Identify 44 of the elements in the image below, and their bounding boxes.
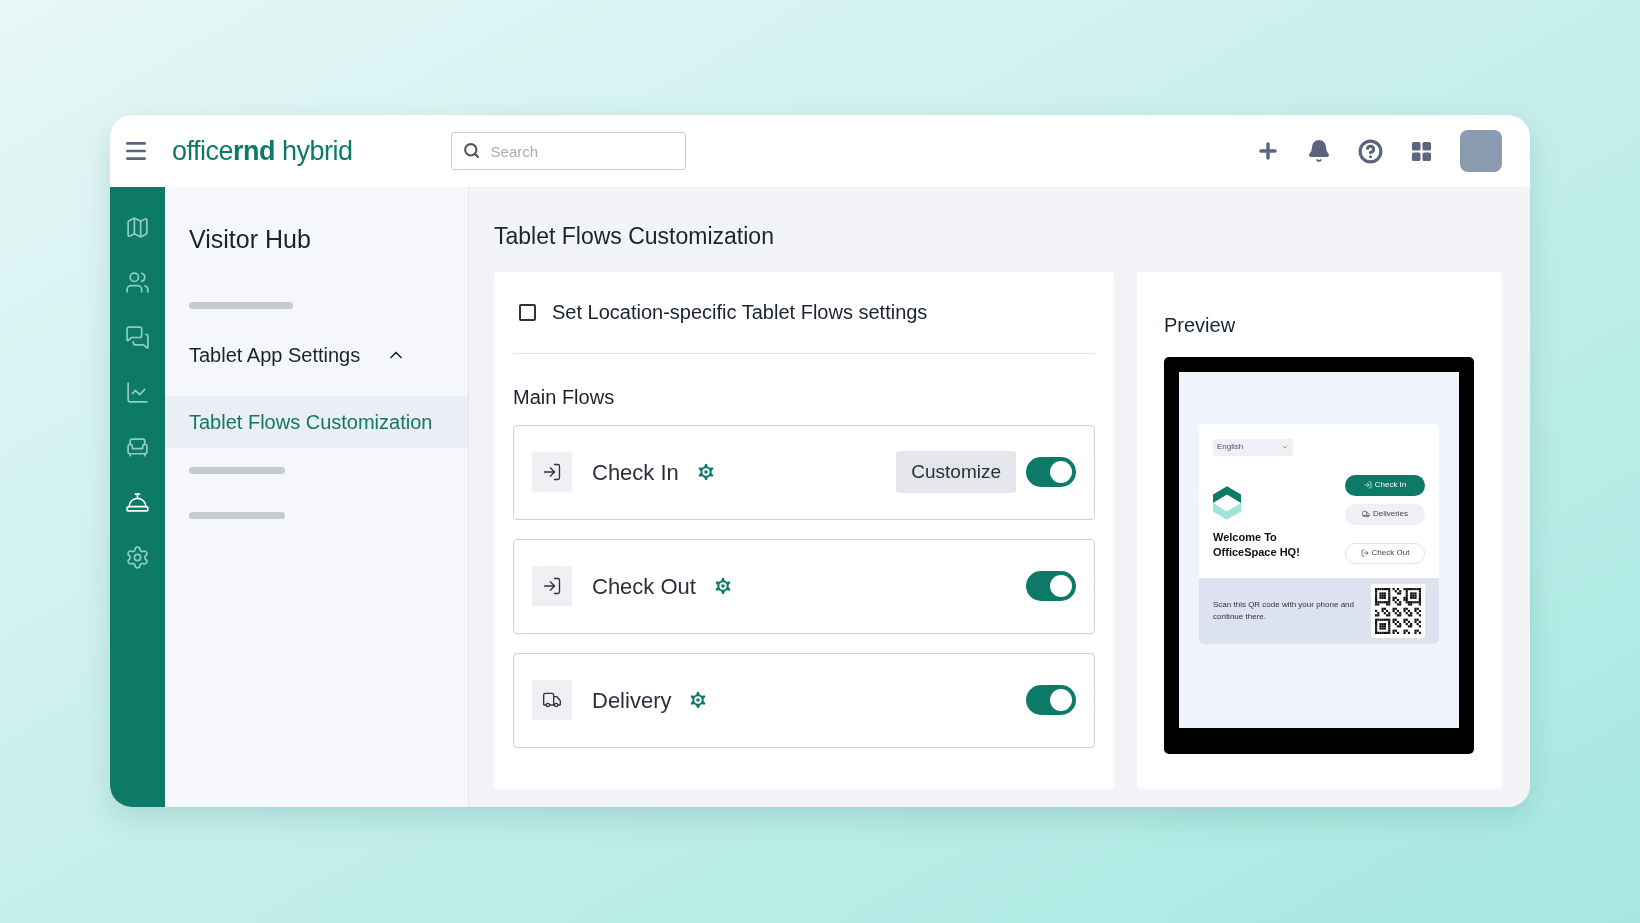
sign-in-icon <box>542 462 562 482</box>
flow-label: Check Out <box>592 572 696 601</box>
chevron-down-icon <box>1281 443 1289 451</box>
nav-group[interactable]: Tablet App Settings <box>165 327 468 382</box>
flow-label: Delivery <box>592 686 672 715</box>
flow-label: Check In <box>592 458 679 487</box>
map-icon[interactable] <box>125 215 150 240</box>
section-title: Visitor Hub <box>188 224 312 255</box>
chart-icon[interactable] <box>125 380 150 405</box>
tablet-button[interactable]: Check Out <box>1345 542 1425 564</box>
toggle-switch[interactable] <box>1026 571 1076 601</box>
add-icon[interactable] <box>1256 139 1280 163</box>
nav-item[interactable]: Tablet Flows Customization <box>165 395 468 448</box>
qr-instructions: Scan this QR code with your phone and continue there. <box>1213 598 1355 623</box>
help-icon[interactable] <box>1358 138 1383 164</box>
truck-icon <box>542 690 562 710</box>
service-bell-icon[interactable] <box>125 490 150 515</box>
people-icon[interactable] <box>125 270 150 295</box>
chat-icon[interactable] <box>125 325 150 350</box>
checkbox-label: Set Location-specific Tablet Flows settings <box>552 300 928 325</box>
section-heading: Main Flows <box>513 384 616 410</box>
welcome-text: Welcome To OfficeSpace HQ! <box>1213 529 1301 560</box>
truck-icon <box>1361 510 1370 518</box>
avatar-placeholder[interactable] <box>1460 130 1502 172</box>
search-icon <box>462 142 480 159</box>
sign-in-icon <box>542 576 562 596</box>
chair-icon[interactable] <box>125 435 150 460</box>
page-title: Tablet Flows Customization <box>494 222 775 251</box>
preview-title: Preview <box>1164 312 1237 338</box>
app-logo: officernd hybrid <box>172 134 353 168</box>
apps-icon[interactable] <box>1410 139 1433 163</box>
tablet-button[interactable]: Check In <box>1345 474 1425 496</box>
toggle-switch[interactable] <box>1026 685 1076 715</box>
language-select[interactable]: English <box>1213 438 1293 456</box>
search-field[interactable]: Search <box>450 132 686 170</box>
toggle-switch[interactable] <box>1026 457 1076 487</box>
notifications-icon[interactable] <box>1307 139 1331 163</box>
sign-in-icon <box>1363 481 1372 489</box>
checkbox[interactable] <box>519 303 536 321</box>
logo-icon <box>1213 485 1241 520</box>
sign-out-icon <box>1360 549 1369 557</box>
tablet-button[interactable]: Deliveries <box>1345 503 1425 525</box>
settings-icon[interactable] <box>125 545 150 570</box>
customize-button[interactable]: Customize <box>896 451 1016 493</box>
